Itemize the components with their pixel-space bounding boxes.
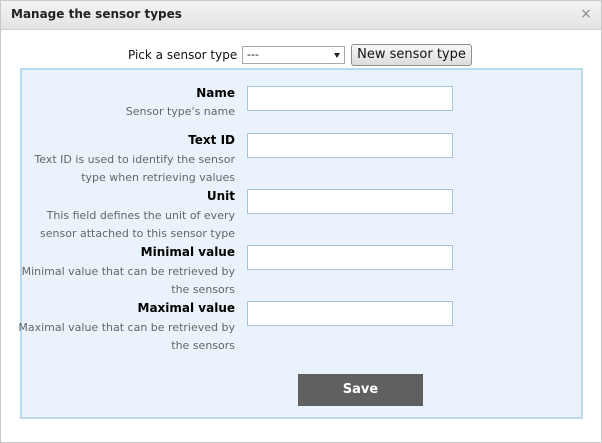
new-sensor-type-button[interactable]: New sensor type (351, 44, 472, 66)
field-minimal-value-description: Minimal value that can be retrieved by t… (21, 265, 235, 296)
unit-input[interactable] (247, 189, 453, 214)
sensor-type-form: Name Sensor type's name Text ID Text ID … (18, 68, 583, 419)
dialog-title: Manage the sensor types (11, 7, 182, 21)
dialog-content: Pick a sensor type : --- New sensor type… (1, 30, 601, 442)
field-maximal-value-label: Maximal value (137, 301, 236, 315)
field-unit-label: Unit (206, 189, 235, 203)
close-icon[interactable]: × (579, 7, 593, 21)
field-minimal-value-label: Minimal value (140, 245, 235, 259)
field-text-id-label: Text ID (188, 133, 235, 147)
text-id-input[interactable] (247, 133, 453, 158)
maximal-value-input[interactable] (247, 301, 453, 326)
field-maximal-value-description: Maximal value that can be retrieved by t… (18, 321, 235, 352)
chevron-down-icon (334, 53, 340, 58)
save-button[interactable]: Save (298, 374, 423, 406)
sensor-type-select-value: --- (247, 48, 259, 61)
field-name-description: Sensor type's name (125, 105, 235, 118)
sensor-types-dialog: Manage the sensor types × Pick a sensor … (0, 0, 602, 443)
name-input[interactable] (247, 86, 453, 111)
sensor-type-select[interactable]: --- (242, 46, 345, 64)
field-text-id-description: Text ID is used to identify the sensor t… (34, 153, 235, 184)
sensor-type-picker-label: Pick a sensor type : (128, 48, 246, 62)
field-name-label: Name (196, 86, 235, 100)
sensor-type-picker-row: Pick a sensor type : --- New sensor type (1, 44, 601, 68)
dialog-titlebar[interactable]: Manage the sensor types × (1, 1, 601, 30)
minimal-value-input[interactable] (247, 245, 453, 270)
field-unit-description: This field defines the unit of every sen… (40, 209, 235, 240)
